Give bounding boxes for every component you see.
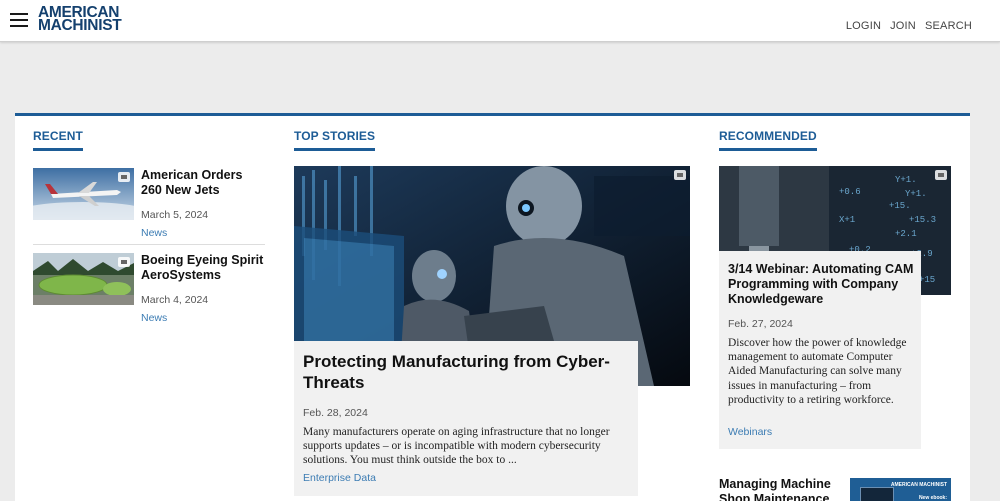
recent-item-date: March 5, 2024 <box>141 209 209 221</box>
svg-text:+15.: +15. <box>889 201 911 211</box>
recommended-category[interactable]: Webinars <box>728 426 772 438</box>
recommended-date: Feb. 27, 2024 <box>728 318 793 330</box>
recommended-heading: RECOMMENDED <box>719 129 817 151</box>
recommended-headline-2[interactable]: Managing Machine Shop Maintenance <box>719 477 839 501</box>
ebook-label: New ebook: <box>918 495 947 501</box>
svg-text:+15: +15 <box>919 275 935 285</box>
ebook-cover <box>860 487 894 501</box>
svg-text:+2.1: +2.1 <box>895 229 917 239</box>
top-nav: LOGIN JOIN SEARCH <box>846 20 972 32</box>
top-story-card[interactable]: Protecting Manufacturing from Cyber-Thre… <box>294 341 638 496</box>
ebook-thumbnail[interactable]: AMERICAN MACHINIST New ebook: <box>850 478 951 501</box>
gallery-icon <box>118 257 130 267</box>
svg-text:Y+1.: Y+1. <box>905 189 927 199</box>
top-story-headline[interactable]: Protecting Manufacturing from Cyber-Thre… <box>303 351 623 393</box>
recent-item[interactable]: Boeing Eyeing Spirit AeroSystems March 4… <box>33 253 265 325</box>
top-stories-heading: TOP STORIES <box>294 129 376 151</box>
svg-text:+0.6: +0.6 <box>839 187 861 197</box>
recent-thumbnail-jet[interactable] <box>33 168 134 220</box>
recommended-summary: Discover how the power of knowledge mana… <box>728 337 907 406</box>
recent-item-date: March 4, 2024 <box>141 294 209 306</box>
recent-item[interactable]: American Orders 260 New Jets March 5, 20… <box>33 168 265 240</box>
recent-item-title[interactable]: Boeing Eyeing Spirit AeroSystems <box>141 253 265 283</box>
content-panel: RECENT American Orders 260 New Jets Marc… <box>15 113 970 501</box>
gallery-icon <box>118 172 130 182</box>
login-link[interactable]: LOGIN <box>846 20 881 32</box>
svg-text:+15.3: +15.3 <box>909 215 936 225</box>
hamburger-menu-icon[interactable] <box>10 13 28 27</box>
recent-item-title[interactable]: American Orders 260 New Jets <box>141 168 265 198</box>
top-story-date: Feb. 28, 2024 <box>303 407 368 419</box>
top-story-category[interactable]: Enterprise Data <box>303 472 376 484</box>
recommended-card[interactable]: 3/14 Webinar: Automating CAM Programming… <box>719 251 921 449</box>
logo-line-2: MACHINIST <box>38 17 122 34</box>
site-header: AMERICAN MACHINIST LOGIN JOIN SEARCH <box>0 0 1000 42</box>
recommended-headline[interactable]: 3/14 Webinar: Automating CAM Programming… <box>728 262 918 307</box>
svg-text:X+1: X+1 <box>839 215 855 225</box>
site-logo[interactable]: AMERICAN MACHINIST <box>38 5 122 34</box>
search-link[interactable]: SEARCH <box>925 20 972 32</box>
gallery-icon <box>935 170 947 180</box>
gallery-icon <box>674 170 686 180</box>
recent-divider <box>33 244 265 245</box>
ebook-logo-text: AMERICAN MACHINIST <box>890 482 947 488</box>
recent-item-category[interactable]: News <box>141 312 167 324</box>
svg-text:Y+1.: Y+1. <box>895 175 917 185</box>
recent-heading: RECENT <box>33 129 83 151</box>
recent-thumbnail-fuselage[interactable] <box>33 253 134 305</box>
recent-item-category[interactable]: News <box>141 227 167 239</box>
join-link[interactable]: JOIN <box>890 20 916 32</box>
top-story-summary: Many manufacturers operate on aging infr… <box>303 426 610 466</box>
